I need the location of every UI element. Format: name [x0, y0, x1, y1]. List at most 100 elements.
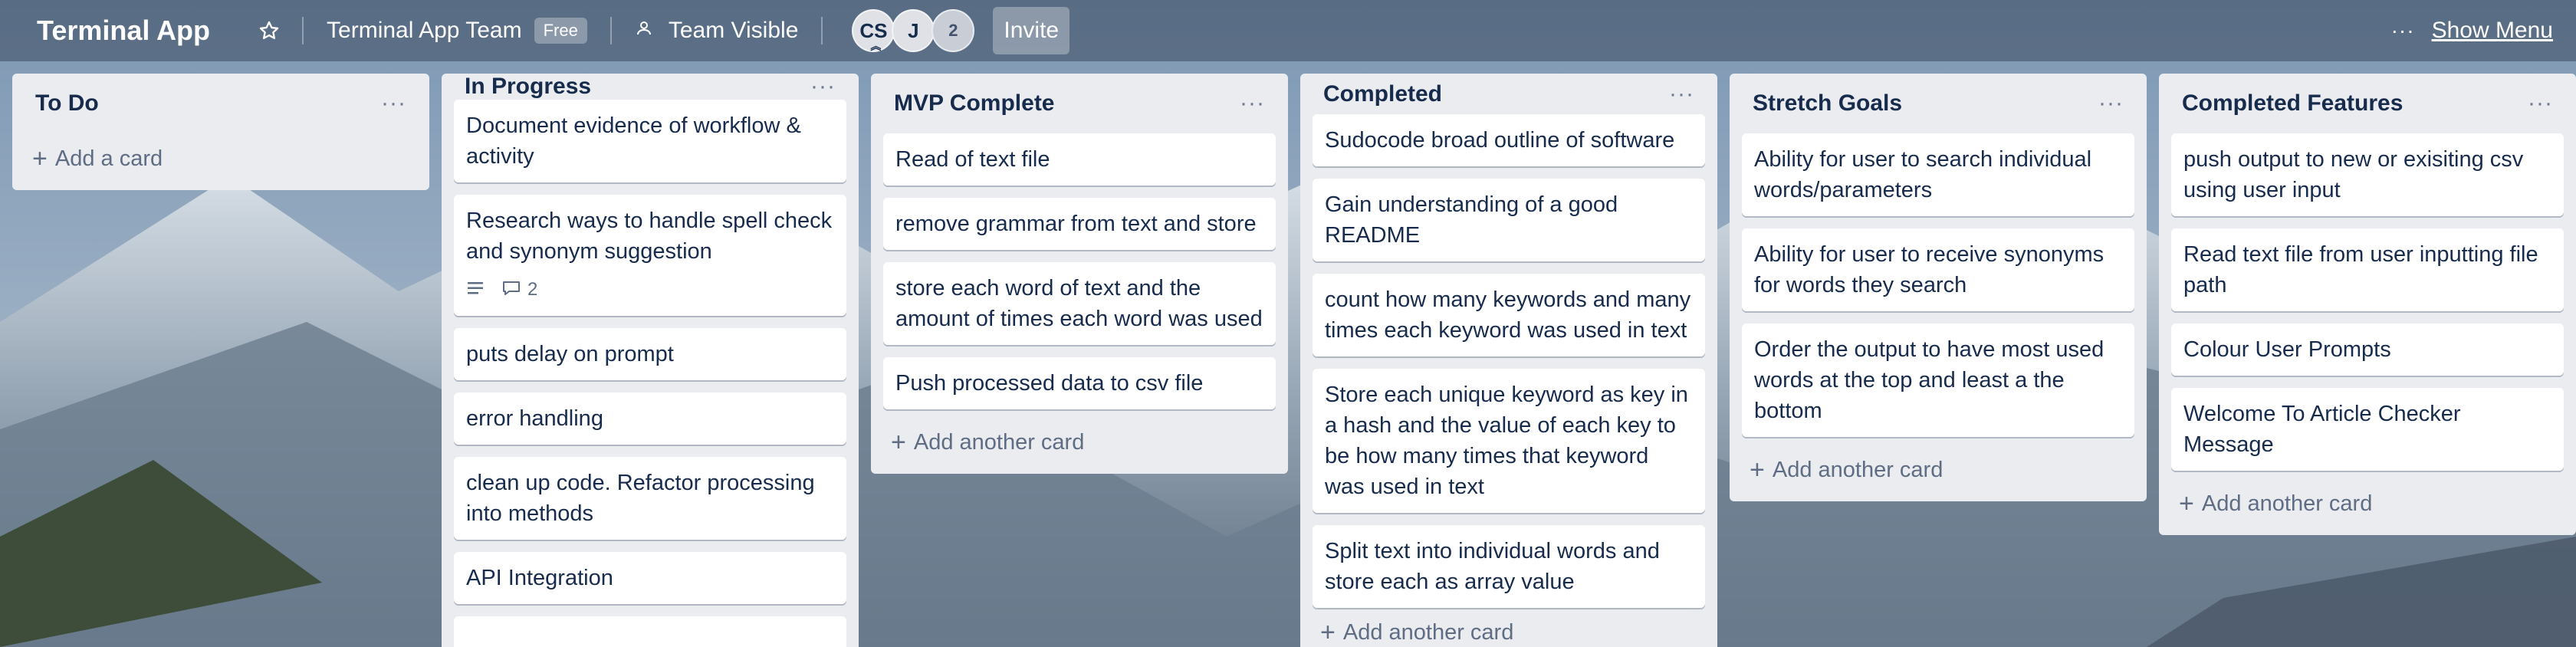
list-completed-features: Completed Features ··· push output to ne…	[2159, 74, 2576, 535]
add-card-button[interactable]: + Add another card	[1742, 445, 2134, 495]
card[interactable]: Gain understanding of a good README	[1313, 179, 1705, 262]
add-card-button[interactable]: + Add a card	[25, 133, 417, 184]
add-card-button[interactable]: + Add another card	[883, 417, 1276, 468]
list-header: To Do ···	[25, 74, 417, 133]
card[interactable]: puts delay on prompt	[454, 328, 846, 380]
visibility-label: Team Visible	[668, 18, 799, 43]
card-title: Gain understanding of a good README	[1325, 192, 1618, 248]
card-title: API Integration	[466, 566, 613, 590]
star-icon[interactable]	[250, 11, 288, 50]
card-list: Sudocode broad outline of software Gain …	[1313, 114, 1705, 609]
card-title: Order the output to have most used words…	[1754, 337, 2104, 423]
plus-icon: +	[32, 143, 48, 173]
description-icon	[466, 274, 485, 305]
card[interactable]: clean up code. Refactor processing into …	[454, 457, 846, 540]
avatar[interactable]: J	[892, 9, 935, 52]
card[interactable]: Read text file from user inputting file …	[2171, 228, 2564, 311]
member-count: 2	[948, 21, 958, 40]
board-header: Terminal App Terminal App Team Free Team…	[0, 0, 2576, 61]
list-mvp-complete: MVP Complete ··· Read of text file remov…	[871, 74, 1288, 474]
list-menu-icon[interactable]: ···	[381, 90, 406, 117]
card[interactable]: API Integration	[454, 552, 846, 604]
card-title: store each word of text and the amount o…	[895, 276, 1263, 331]
card[interactable]: Colour User Prompts	[2171, 324, 2564, 376]
card-title: error handling	[466, 406, 603, 431]
card[interactable]: Store each unique keyword as key in a ha…	[1313, 369, 1705, 514]
show-menu-button[interactable]: Show Menu	[2432, 18, 2553, 44]
team-button[interactable]: Terminal App Team Free	[317, 11, 596, 50]
card-title: Research ways to handle spell check and …	[466, 209, 833, 264]
list-title[interactable]: Stretch Goals	[1753, 90, 1902, 117]
header-divider	[302, 17, 304, 44]
card-list: Read of text file remove grammar from te…	[883, 133, 1276, 409]
add-card-label: Add another card	[2201, 491, 2373, 516]
list-menu-icon[interactable]: ···	[1669, 81, 1694, 107]
visibility-button[interactable]: Team Visible	[626, 11, 808, 50]
card[interactable]: Research ways to handle spell check and …	[454, 195, 846, 316]
list-menu-icon[interactable]: ···	[810, 74, 836, 100]
card[interactable]: push output to new or exisiting csv usin…	[2171, 133, 2564, 216]
list-menu-icon[interactable]: ···	[1240, 90, 1265, 117]
card-title: Store each unique keyword as key in a ha…	[1325, 383, 1688, 500]
card-title: push output to new or exisiting csv usin…	[2183, 147, 2524, 202]
board-title[interactable]: Terminal App	[29, 8, 218, 53]
add-card-label: Add another card	[1342, 620, 1514, 645]
comment-count: 2	[527, 279, 538, 300]
card-title: Welcome To Article Checker Message	[2183, 402, 2461, 457]
list-title[interactable]: To Do	[35, 90, 99, 117]
add-card-label: Add another card	[1772, 457, 1944, 482]
card[interactable]: store each word of text and the amount o…	[883, 262, 1276, 345]
add-card-label: Add another card	[913, 429, 1085, 455]
card[interactable]: error handling	[454, 392, 846, 445]
card-list: Document evidence of workflow & activity…	[454, 100, 846, 647]
card-title: Colour User Prompts	[2183, 337, 2391, 362]
invite-button[interactable]: Invite	[993, 7, 1070, 54]
card-title: remove grammar from text and store	[895, 212, 1257, 236]
card[interactable]: Welcome To Article Checker Message	[2171, 388, 2564, 471]
card-title: Split text into individual words and sto…	[1325, 539, 1660, 595]
list-title[interactable]: MVP Complete	[894, 90, 1055, 117]
plus-icon: +	[1750, 455, 1765, 484]
list-menu-icon[interactable]: ···	[2098, 90, 2124, 117]
card[interactable]: Split text into individual words and sto…	[1313, 525, 1705, 609]
card[interactable]: Document evidence of workflow & activity	[454, 100, 846, 182]
card[interactable]: count how many keywords and many times e…	[1313, 274, 1705, 357]
more-members-avatar[interactable]: 2	[932, 9, 975, 52]
list-header: In Progress ···	[454, 74, 846, 100]
list-title[interactable]: In Progress	[465, 74, 591, 100]
list-header: Stretch Goals ···	[1742, 74, 2134, 133]
add-card-label: Add a card	[54, 146, 163, 171]
show-menu-area: ··· Show Menu	[2391, 0, 2553, 61]
card[interactable]	[454, 616, 846, 647]
list-in-progress: In Progress ··· Document evidence of wor…	[442, 74, 859, 647]
card-title: Document evidence of workflow & activity	[466, 113, 801, 169]
card-title: count how many keywords and many times e…	[1325, 287, 1691, 343]
card[interactable]: Order the output to have most used words…	[1742, 324, 2134, 437]
admin-chevron-icon: ︽	[870, 40, 882, 52]
card[interactable]: Sudocode broad outline of software	[1313, 114, 1705, 167]
add-card-button[interactable]: + Add another card	[1313, 616, 1705, 647]
card[interactable]: Ability for user to search individual wo…	[1742, 133, 2134, 216]
list-to-do: To Do ··· + Add a card	[12, 74, 429, 190]
list-title[interactable]: Completed	[1323, 81, 1442, 107]
avatar[interactable]: CS ︽	[852, 9, 895, 52]
plus-icon: +	[1320, 618, 1336, 647]
avatar-initials: J	[908, 18, 919, 42]
add-card-button[interactable]: + Add another card	[2171, 478, 2564, 529]
list-header: Completed ···	[1313, 74, 1705, 114]
card-title: puts delay on prompt	[466, 342, 674, 366]
card-list: Ability for user to search individual wo…	[1742, 133, 2134, 437]
list-title[interactable]: Completed Features	[2182, 90, 2403, 117]
list-header: MVP Complete ···	[883, 74, 1276, 133]
header-divider	[821, 17, 823, 44]
card-title: Sudocode broad outline of software	[1325, 128, 1675, 153]
list-menu-icon[interactable]: ···	[2528, 90, 2553, 117]
more-icon[interactable]: ···	[2391, 18, 2415, 43]
card[interactable]: remove grammar from text and store	[883, 198, 1276, 250]
plus-icon: +	[891, 427, 906, 457]
list-stretch-goals: Stretch Goals ··· Ability for user to se…	[1730, 74, 2147, 501]
list-header: Completed Features ···	[2171, 74, 2564, 133]
card[interactable]: Ability for user to receive synonyms for…	[1742, 228, 2134, 311]
card[interactable]: Read of text file	[883, 133, 1276, 186]
card[interactable]: Push processed data to csv file	[883, 357, 1276, 409]
